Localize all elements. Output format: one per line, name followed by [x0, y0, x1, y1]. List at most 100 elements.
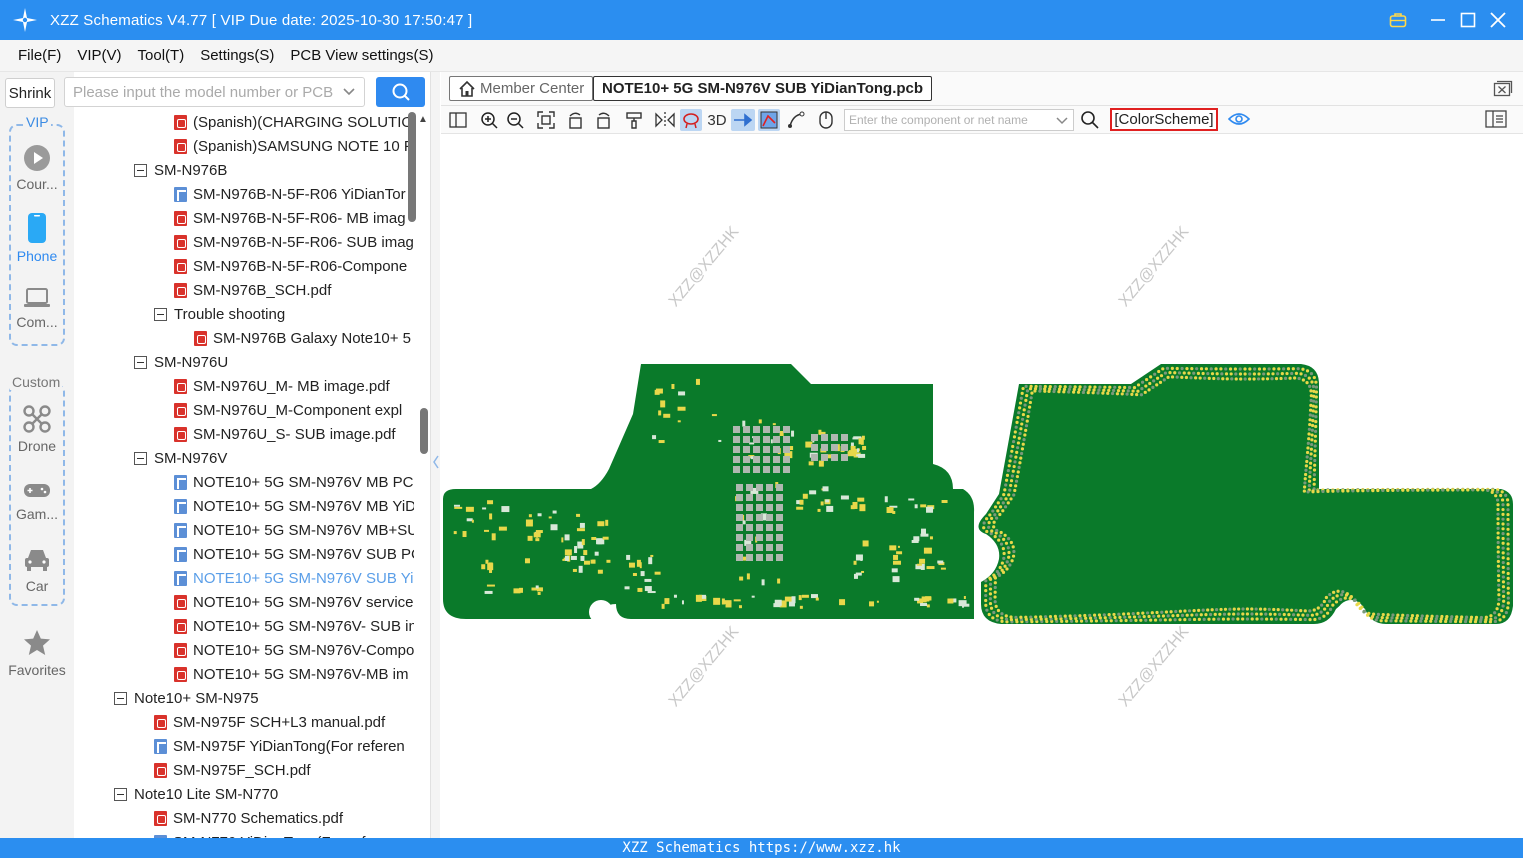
paint-brush-icon[interactable] — [623, 109, 645, 131]
tree-file[interactable]: SM-N770 Schematics.pdf — [154, 806, 414, 830]
via — [1496, 550, 1500, 554]
tree-file[interactable]: NOTE10+ 5G SM-N976V-MB im — [174, 662, 414, 686]
via — [1299, 609, 1303, 613]
eye-icon[interactable] — [1227, 111, 1251, 132]
menu-pcb-view-settings[interactable]: PCB View settings(S) — [290, 47, 433, 64]
tree-file[interactable]: NOTE10+ 5G SM-N976V MB PC — [174, 470, 414, 494]
tree-file[interactable]: SM-N770 YiDianTong(For referen — [154, 830, 414, 838]
mirror-icon[interactable] — [654, 109, 676, 131]
component-search-icon[interactable] — [1080, 110, 1100, 135]
maximize-button[interactable] — [1456, 8, 1480, 32]
tree-folder[interactable]: Note10 Lite SM-N770 — [114, 782, 414, 806]
tab-member-center[interactable]: Member Center — [449, 76, 594, 101]
tab-active-pcb[interactable]: NOTE10+ 5G SM-N976V SUB YiDianTong.pcb — [593, 76, 933, 101]
tree-folder[interactable]: Trouble shooting — [154, 302, 414, 326]
pad — [454, 506, 463, 509]
collapse-toggle-icon[interactable] — [114, 691, 127, 705]
sidebar-item-car[interactable]: Car — [0, 546, 74, 594]
sidebar-item-drone[interactable]: Drone — [0, 404, 74, 454]
search-button[interactable] — [376, 77, 425, 107]
collapse-arrow-icon[interactable] — [431, 442, 441, 482]
mouse-mode-icon[interactable] — [815, 109, 837, 131]
tree-file[interactable]: SM-N975F SCH+L3 manual.pdf — [154, 710, 414, 734]
tree-folder[interactable]: Note10+ SM-N975 — [114, 686, 414, 710]
flip-board-icon[interactable] — [680, 109, 702, 131]
tree-file[interactable]: SM-N976B-N-5F-R06-Compone — [174, 254, 414, 278]
color-scheme-button[interactable]: [ColorScheme] — [1110, 108, 1218, 131]
shrink-button[interactable]: Shrink — [5, 78, 55, 108]
tree-folder[interactable]: SM-N976B — [134, 158, 414, 182]
zoom-in-icon[interactable] — [478, 109, 500, 131]
panel-scrollbar[interactable] — [420, 408, 428, 454]
rotate-left-icon[interactable] — [565, 109, 587, 131]
tree-file[interactable]: SM-N976B_SCH.pdf — [174, 278, 414, 302]
via — [1140, 387, 1144, 391]
pcb-canvas[interactable] — [441, 134, 1523, 838]
3d-view-button[interactable]: 3D — [704, 109, 730, 131]
via — [1310, 613, 1314, 617]
model-search-input[interactable]: Please input the model number or PCB — [64, 77, 365, 107]
tree-file[interactable]: NOTE10+ 5G SM-N976V SUB Yi — [174, 566, 414, 590]
via — [1426, 488, 1430, 492]
side-panel-toggle-icon[interactable] — [1485, 110, 1507, 133]
tree-file[interactable]: NOTE10+ 5G SM-N976V SUB PC — [174, 542, 414, 566]
close-button[interactable] — [1486, 8, 1510, 32]
menu-file[interactable]: File(F) — [18, 47, 61, 64]
tree-file[interactable]: NOTE10+ 5G SM-N976V service — [174, 590, 414, 614]
tree-file[interactable]: SM-N976U_S- SUB image.pdf — [174, 422, 414, 446]
menu-settings[interactable]: Settings(S) — [200, 47, 274, 64]
panel-toggle-icon[interactable] — [447, 109, 469, 131]
close-tab-icon[interactable] — [1493, 80, 1513, 98]
via — [1180, 375, 1184, 379]
minimize-button[interactable] — [1426, 8, 1450, 32]
sidebar-item-computer[interactable]: Com... — [0, 286, 74, 330]
via — [1501, 580, 1506, 584]
tree-file[interactable]: SM-N976B-N-5F-R06 YiDianTor — [174, 182, 414, 206]
panel-splitter[interactable] — [430, 72, 440, 838]
sidebar-item-favorites[interactable]: Favorites — [0, 628, 74, 678]
vip-bag-icon[interactable] — [1386, 8, 1410, 32]
tree-item-label: SM-N976B-N-5F-R06- MB imag — [193, 209, 406, 227]
tree-file[interactable]: SM-N976B-N-5F-R06- SUB imag — [174, 230, 414, 254]
sidebar-item-phone[interactable]: Phone — [0, 212, 74, 264]
tree-file[interactable]: (Spanish)SAMSUNG NOTE 10 Pl — [174, 134, 414, 158]
net-highlight-icon[interactable] — [758, 109, 780, 131]
component-search-input[interactable]: Enter the component or net name — [844, 109, 1074, 131]
measure-icon[interactable] — [785, 109, 807, 131]
via — [1135, 392, 1139, 397]
tree-file[interactable]: (Spanish)(CHARGING SOLUTION — [174, 110, 414, 134]
tree-folder[interactable]: SM-N976U — [134, 350, 414, 374]
collapse-toggle-icon[interactable] — [134, 163, 147, 177]
sidebar-item-courses[interactable]: Cour... — [0, 144, 74, 192]
rotate-right-icon[interactable] — [592, 109, 614, 131]
collapse-toggle-icon[interactable] — [134, 451, 147, 465]
via — [1473, 620, 1478, 624]
tree-file[interactable]: SM-N976B-N-5F-R06- MB imag — [174, 206, 414, 230]
tree-file[interactable]: SM-N976U_M-Component expl — [174, 398, 414, 422]
pin-select-icon[interactable] — [731, 109, 755, 131]
pad — [818, 460, 824, 467]
tree-scrollbar[interactable] — [408, 112, 416, 222]
collapse-toggle-icon[interactable] — [134, 355, 147, 369]
chevron-down-icon[interactable] — [1055, 113, 1069, 127]
tree-file[interactable]: SM-N976U_M- MB image.pdf — [174, 374, 414, 398]
collapse-toggle-icon[interactable] — [154, 307, 167, 321]
tree-file[interactable]: NOTE10+ 5G SM-N976V-Compo — [174, 638, 414, 662]
scroll-up-icon[interactable]: ▲ — [418, 114, 428, 125]
tree-file[interactable]: SM-N975F YiDianTong(For referen — [154, 734, 414, 758]
fit-view-icon[interactable] — [535, 109, 557, 131]
tree-file[interactable]: NOTE10+ 5G SM-N976V MB YiD — [174, 494, 414, 518]
via — [1000, 561, 1004, 565]
tree-folder[interactable]: SM-N976V — [134, 446, 414, 470]
chevron-down-icon[interactable] — [342, 84, 356, 98]
zoom-out-icon[interactable] — [504, 109, 526, 131]
tree-file[interactable]: SM-N976B Galaxy Note10+ 5 — [194, 326, 414, 350]
collapse-toggle-icon[interactable] — [114, 787, 127, 801]
via — [993, 581, 997, 585]
menu-vip[interactable]: VIP(V) — [77, 47, 121, 64]
sidebar-item-game[interactable]: Gam... — [0, 478, 74, 522]
menu-tool[interactable]: Tool(T) — [138, 47, 185, 64]
tree-file[interactable]: SM-N975F_SCH.pdf — [154, 758, 414, 782]
tree-file[interactable]: NOTE10+ 5G SM-N976V- SUB in — [174, 614, 414, 638]
tree-file[interactable]: NOTE10+ 5G SM-N976V MB+SU — [174, 518, 414, 542]
